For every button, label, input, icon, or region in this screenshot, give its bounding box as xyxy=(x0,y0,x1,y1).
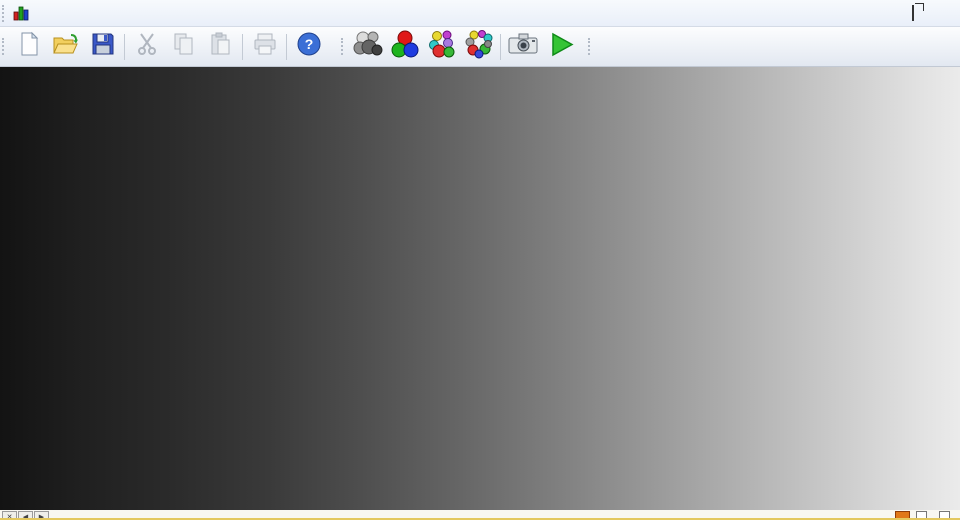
toolbar-separator xyxy=(242,33,243,60)
copy-icon xyxy=(171,31,197,62)
new-file-icon xyxy=(16,31,42,62)
toolbar-separator xyxy=(286,33,287,60)
open-file-button[interactable] xyxy=(47,31,84,63)
new-file-button[interactable] xyxy=(10,31,47,63)
tab-close-button[interactable]: ✕ xyxy=(2,511,17,518)
measure-primaries-button[interactable] xyxy=(386,29,423,64)
printer-icon xyxy=(252,31,278,62)
gray-spheres-icon xyxy=(353,29,383,64)
toolbar-separator xyxy=(500,33,501,60)
tab-bar: ✕ ◀ ▶ xyxy=(0,510,960,520)
tab-scroll-buttons: ✕ ◀ ▶ xyxy=(2,511,49,518)
svg-text:?: ? xyxy=(304,36,313,52)
gamma-plot xyxy=(0,67,960,510)
save-icon xyxy=(90,31,116,62)
toolbar: ? xyxy=(0,27,960,67)
tab-bar-right-controls xyxy=(895,511,956,518)
all-spheres-icon xyxy=(464,29,494,64)
toolbar-gripper xyxy=(588,38,593,55)
capture-button[interactable] xyxy=(504,31,541,63)
secondary-spheres-icon xyxy=(427,29,457,64)
help-icon: ? xyxy=(296,31,322,62)
toolbar-separator xyxy=(124,33,125,60)
tab-scroll-left-button[interactable]: ◀ xyxy=(18,511,33,518)
adjust-xyz-checkbox[interactable] xyxy=(916,511,927,518)
restore-icon xyxy=(912,5,914,21)
camera-icon xyxy=(507,29,539,64)
save-button[interactable] xyxy=(84,31,121,63)
help-button[interactable]: ? xyxy=(290,31,327,63)
scissors-icon xyxy=(135,31,159,62)
run-measures-button[interactable] xyxy=(541,31,578,63)
menu-bar xyxy=(0,0,960,27)
paste-icon xyxy=(208,31,234,62)
toolbar-gripper xyxy=(341,38,346,55)
play-icon xyxy=(545,29,575,64)
paste-button[interactable] xyxy=(202,31,239,63)
print-button[interactable] xyxy=(246,31,283,63)
open-folder-icon xyxy=(52,31,80,62)
tab-scroll-right-button[interactable]: ▶ xyxy=(34,511,49,518)
cut-button[interactable] xyxy=(128,31,165,63)
reference-checkbox[interactable] xyxy=(939,511,950,518)
color-swatch-icon xyxy=(895,511,910,518)
measure-grayscale-button[interactable] xyxy=(349,31,386,63)
restore-button[interactable] xyxy=(906,5,920,21)
copy-button[interactable] xyxy=(165,31,202,63)
toolbar-gripper xyxy=(2,38,7,55)
measure-secondaries-button[interactable] xyxy=(423,29,460,64)
gamma-chart xyxy=(0,67,960,510)
rgb-spheres-icon xyxy=(390,29,420,64)
toolbar-gripper xyxy=(2,4,7,22)
app-icon xyxy=(12,4,30,22)
window-controls xyxy=(878,5,948,21)
measure-all-colors-button[interactable] xyxy=(460,29,497,64)
